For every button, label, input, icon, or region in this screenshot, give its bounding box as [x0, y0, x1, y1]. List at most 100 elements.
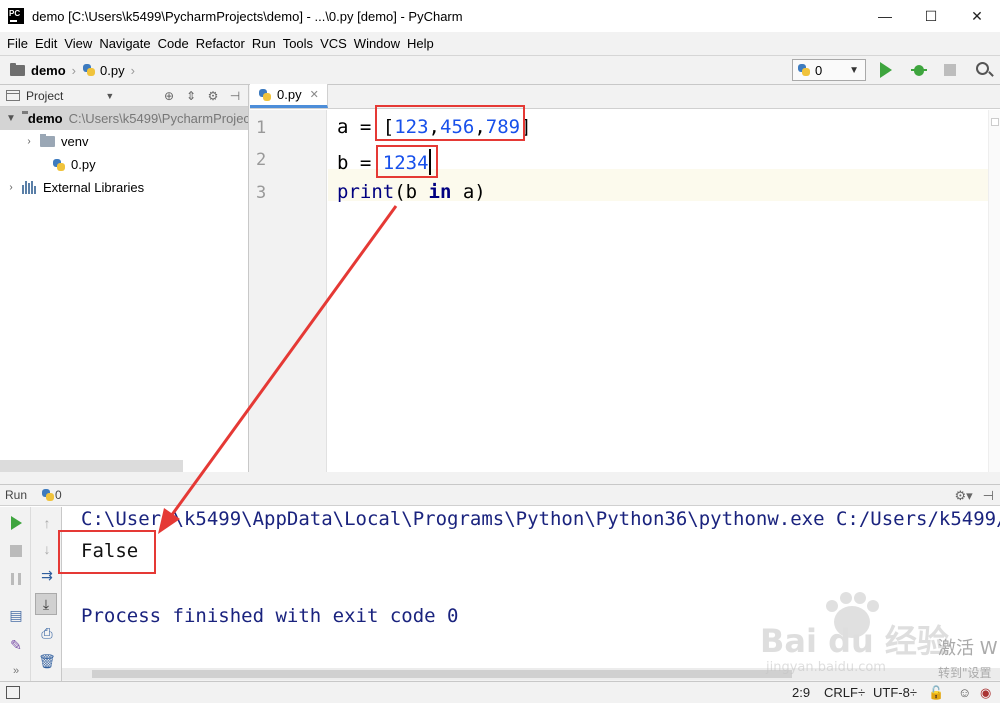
project-panel-title[interactable]: Project	[26, 89, 63, 103]
cursor-position[interactable]: 2:9	[792, 685, 810, 700]
breadcrumb-separator-icon: ›	[71, 62, 77, 78]
arrow-down-icon[interactable]: ↓	[39, 541, 55, 557]
print-icon[interactable]: ⎙	[39, 625, 55, 641]
watermark-url: jingyan.baidu.com	[766, 660, 886, 675]
run-config-value: 0	[815, 62, 823, 78]
run-panel-header: Run 0 ⚙▾ ⊣	[0, 485, 1000, 506]
menu-file[interactable]: File	[4, 36, 31, 51]
minimize-button[interactable]: —	[862, 0, 908, 32]
tree-item-label: External Libraries	[43, 180, 145, 195]
window-controls: — ☐ ✕	[862, 0, 1000, 32]
lock-icon[interactable]: 🔓	[928, 685, 944, 701]
editor-tab-bar: 0.py ✕	[250, 84, 1000, 109]
menu-view[interactable]: View	[61, 36, 95, 51]
menu-refactor[interactable]: Refactor	[193, 36, 248, 51]
line-number: 3	[256, 183, 267, 203]
inspector-icon[interactable]: ☺	[958, 685, 971, 700]
gear-icon[interactable]: ⚙▾	[954, 488, 972, 504]
console-result-line: False	[81, 540, 139, 562]
tree-item-path: C:\Users\k5499\PycharmProjects\demo	[68, 111, 248, 126]
menu-tools[interactable]: Tools	[280, 36, 316, 51]
tab-label: 0.py	[277, 87, 302, 102]
locate-target-icon[interactable]: ⊕	[162, 89, 176, 103]
run-panel-title: Run	[5, 488, 28, 502]
debug-bug-icon[interactable]	[911, 62, 927, 78]
run-toolbar-primary: ▤ ✎ »	[0, 507, 31, 681]
stop-icon[interactable]	[8, 543, 24, 559]
line-number: 2	[256, 150, 267, 170]
run-config-tab[interactable]: 0	[33, 488, 62, 502]
python-file-icon	[37, 488, 55, 502]
scroll-to-end-icon[interactable]: ⤓	[35, 593, 57, 615]
maximize-button[interactable]: ☐	[908, 0, 954, 32]
project-view-icon	[6, 90, 20, 101]
menu-edit[interactable]: Edit	[32, 36, 60, 51]
navigation-bar: demo › 0.py › 0 ▼	[0, 55, 1000, 85]
menu-navigate[interactable]: Navigate	[96, 36, 153, 51]
code-editor: 0.py ✕ 1 2 3 a = [123,456,789] b = 1234 …	[250, 84, 1000, 472]
folder-icon	[10, 62, 25, 76]
search-icon[interactable]	[976, 62, 989, 75]
activation-notice: 激活 W	[938, 638, 998, 659]
tool-windows-toggle-icon[interactable]	[6, 686, 20, 699]
run-config-select[interactable]: 0 ▼	[792, 59, 866, 81]
rerun-icon[interactable]	[8, 515, 24, 531]
more-icon[interactable]: »	[8, 663, 24, 679]
tree-item-label: demo	[27, 111, 63, 126]
python-file-icon	[82, 63, 96, 77]
python-file-icon	[258, 88, 272, 102]
breadcrumb-separator-icon: ›	[130, 62, 135, 78]
line-separator[interactable]: CRLF÷	[824, 685, 865, 700]
chevron-down-icon[interactable]: ▼	[6, 113, 16, 124]
watermark-brand: Bai du 经验	[760, 622, 949, 660]
menu-vcs[interactable]: VCS	[317, 36, 350, 51]
breadcrumb-file[interactable]: 0.py	[100, 63, 125, 78]
close-icon[interactable]: ✕	[310, 88, 319, 101]
python-file-icon	[797, 63, 811, 77]
menu-help[interactable]: Help	[404, 36, 437, 51]
collapse-all-icon[interactable]: ⇕	[184, 89, 198, 103]
code-line-3: print(b in a)	[337, 181, 486, 203]
hide-panel-icon[interactable]: ⊣	[228, 89, 242, 103]
layout-icon[interactable]: ▤	[8, 607, 24, 623]
status-bar: 2:9 CRLF÷ UTF-8÷ 🔓 ☺ ◉	[0, 681, 1000, 703]
tree-item-label: venv	[61, 134, 89, 149]
gear-icon[interactable]: ⚙	[206, 89, 220, 103]
event-log-icon[interactable]: ◉	[980, 685, 991, 701]
tree-item-file[interactable]: 0.py	[0, 153, 248, 176]
window-title: demo [C:\Users\k5499\PycharmProjects\dem…	[32, 8, 463, 24]
code-text-area[interactable]: a = [123,456,789] b = 1234 print(b in a)	[328, 110, 1000, 472]
baidu-watermark: Bai du 经验 jingyan.baidu.com	[760, 592, 960, 682]
arrow-up-icon[interactable]: ↑	[39, 515, 55, 531]
line-number-gutter: 1 2 3	[250, 110, 327, 472]
horizontal-scrollbar[interactable]	[0, 460, 183, 472]
editor-error-stripe[interactable]	[988, 110, 1000, 472]
chevron-right-icon[interactable]: ›	[6, 182, 16, 193]
tree-item-label: 0.py	[71, 157, 96, 172]
trash-icon[interactable]: 🗑	[38, 653, 56, 669]
close-button[interactable]: ✕	[954, 0, 1000, 32]
tree-item-venv[interactable]: › venv	[0, 130, 248, 153]
menu-run[interactable]: Run	[249, 36, 279, 51]
library-icon	[22, 181, 38, 194]
breadcrumb-project[interactable]: demo	[31, 63, 66, 78]
inspection-status-icon[interactable]	[991, 118, 999, 126]
soft-wrap-icon[interactable]: ⇉	[39, 567, 55, 583]
tab-0-py[interactable]: 0.py ✕	[250, 84, 328, 108]
tree-item-external-libraries[interactable]: › External Libraries	[0, 176, 248, 199]
chevron-right-icon[interactable]: ›	[24, 136, 34, 147]
pin-icon[interactable]: ✎	[8, 637, 24, 653]
menu-window[interactable]: Window	[351, 36, 403, 51]
hide-panel-icon[interactable]: ⊣	[983, 488, 994, 504]
menu-bar: File Edit View Navigate Code Refactor Ru…	[0, 32, 1000, 55]
run-icon[interactable]	[880, 62, 892, 78]
tree-item-demo[interactable]: ▼ demo C:\Users\k5499\PycharmProjects\de…	[0, 107, 248, 130]
code-line-1: a = [123,456,789]	[337, 116, 532, 138]
menu-code[interactable]: Code	[155, 36, 192, 51]
chevron-down-icon[interactable]: ▼	[105, 91, 114, 101]
file-encoding[interactable]: UTF-8÷	[873, 685, 917, 700]
activation-notice-sub: 转到"设置	[938, 666, 992, 680]
run-toolbar-secondary: ↑ ↓ ⇉ ⤓ ⎙ 🗑	[31, 507, 62, 681]
pause-icon[interactable]	[8, 571, 24, 587]
stop-icon[interactable]	[944, 64, 956, 76]
